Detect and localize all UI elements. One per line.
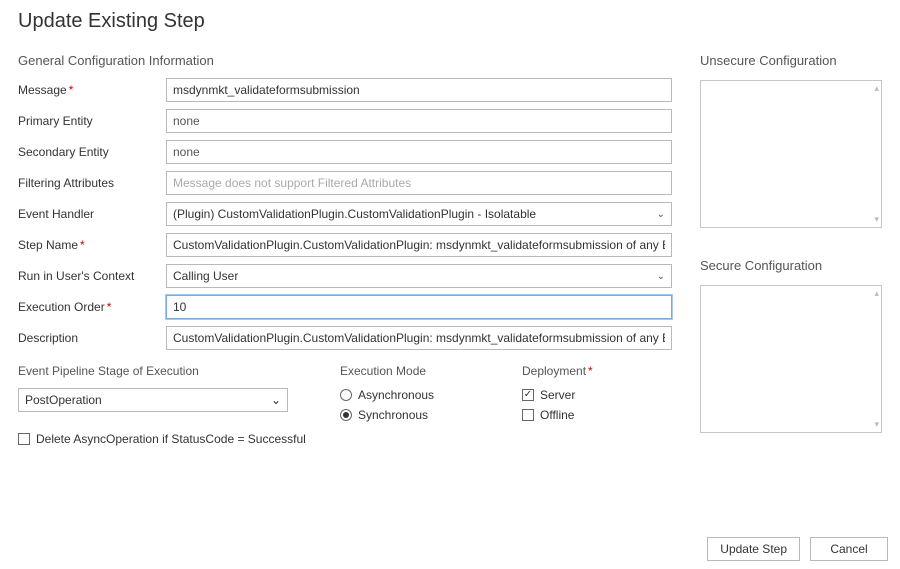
- right-panel: Unsecure Configuration ▴ ▾ Secure Config…: [700, 47, 882, 446]
- secondary-entity-label: Secondary Entity: [18, 145, 166, 159]
- filtering-attributes-label: Filtering Attributes: [18, 176, 166, 190]
- update-step-button[interactable]: Update Step: [707, 537, 800, 561]
- required-marker: *: [80, 238, 85, 252]
- execution-mode-heading: Execution Mode: [340, 364, 490, 378]
- run-in-user-label: Run in User's Context: [18, 269, 166, 283]
- page-title: Update Existing Step: [18, 10, 882, 33]
- synchronous-radio[interactable]: [340, 409, 352, 421]
- required-marker: *: [69, 83, 74, 97]
- left-panel: General Configuration Information Messag…: [18, 47, 672, 446]
- delete-async-checkbox[interactable]: [18, 433, 30, 445]
- event-handler-value: (Plugin) CustomValidationPlugin.CustomVa…: [173, 207, 536, 221]
- deployment-heading: Deployment*: [522, 364, 672, 378]
- filtering-attributes-input[interactable]: [166, 171, 672, 195]
- delete-async-label: Delete AsyncOperation if StatusCode = Su…: [36, 432, 306, 446]
- chevron-down-icon: ⌄: [271, 393, 281, 407]
- server-label: Server: [540, 388, 575, 402]
- offline-label: Offline: [540, 408, 574, 422]
- secondary-entity-input[interactable]: [166, 140, 672, 164]
- primary-entity-label: Primary Entity: [18, 114, 166, 128]
- chevron-down-icon: ⌄: [657, 209, 665, 220]
- pipeline-stage-select[interactable]: PostOperation ⌄: [18, 388, 288, 412]
- step-name-label: Step Name*: [18, 238, 166, 252]
- scroll-down-icon: ▾: [874, 214, 879, 225]
- asynchronous-radio[interactable]: [340, 389, 352, 401]
- secure-config-heading: Secure Configuration: [700, 258, 882, 273]
- description-input[interactable]: [166, 326, 672, 350]
- message-label: Message*: [18, 83, 166, 97]
- required-marker: *: [588, 364, 593, 378]
- execution-order-input[interactable]: [166, 295, 672, 319]
- event-handler-label: Event Handler: [18, 207, 166, 221]
- unsecure-config-heading: Unsecure Configuration: [700, 53, 882, 68]
- scroll-up-icon: ▴: [874, 83, 879, 94]
- chevron-down-icon: ⌄: [657, 271, 665, 282]
- scroll-up-icon: ▴: [874, 288, 879, 299]
- synchronous-label: Synchronous: [358, 408, 428, 422]
- description-label: Description: [18, 331, 166, 345]
- footer-buttons: Update Step Cancel: [707, 537, 888, 561]
- run-in-user-value: Calling User: [173, 269, 238, 283]
- cancel-button[interactable]: Cancel: [810, 537, 888, 561]
- message-input[interactable]: [166, 78, 672, 102]
- dialog-root: Update Existing Step General Configurati…: [0, 0, 900, 569]
- asynchronous-label: Asynchronous: [358, 388, 434, 402]
- step-name-input[interactable]: [166, 233, 672, 257]
- required-marker: *: [107, 300, 112, 314]
- run-in-user-select[interactable]: Calling User ⌄: [166, 264, 672, 288]
- offline-checkbox[interactable]: [522, 409, 534, 421]
- execution-order-label: Execution Order*: [18, 300, 166, 314]
- unsecure-config-textarea[interactable]: ▴ ▾: [700, 80, 882, 228]
- pipeline-stage-heading: Event Pipeline Stage of Execution: [18, 364, 308, 378]
- event-handler-select[interactable]: (Plugin) CustomValidationPlugin.CustomVa…: [166, 202, 672, 226]
- scroll-down-icon: ▾: [874, 419, 879, 430]
- server-checkbox[interactable]: [522, 389, 534, 401]
- secure-config-textarea[interactable]: ▴ ▾: [700, 285, 882, 433]
- general-config-heading: General Configuration Information: [18, 53, 672, 68]
- primary-entity-input[interactable]: [166, 109, 672, 133]
- pipeline-stage-value: PostOperation: [25, 393, 102, 407]
